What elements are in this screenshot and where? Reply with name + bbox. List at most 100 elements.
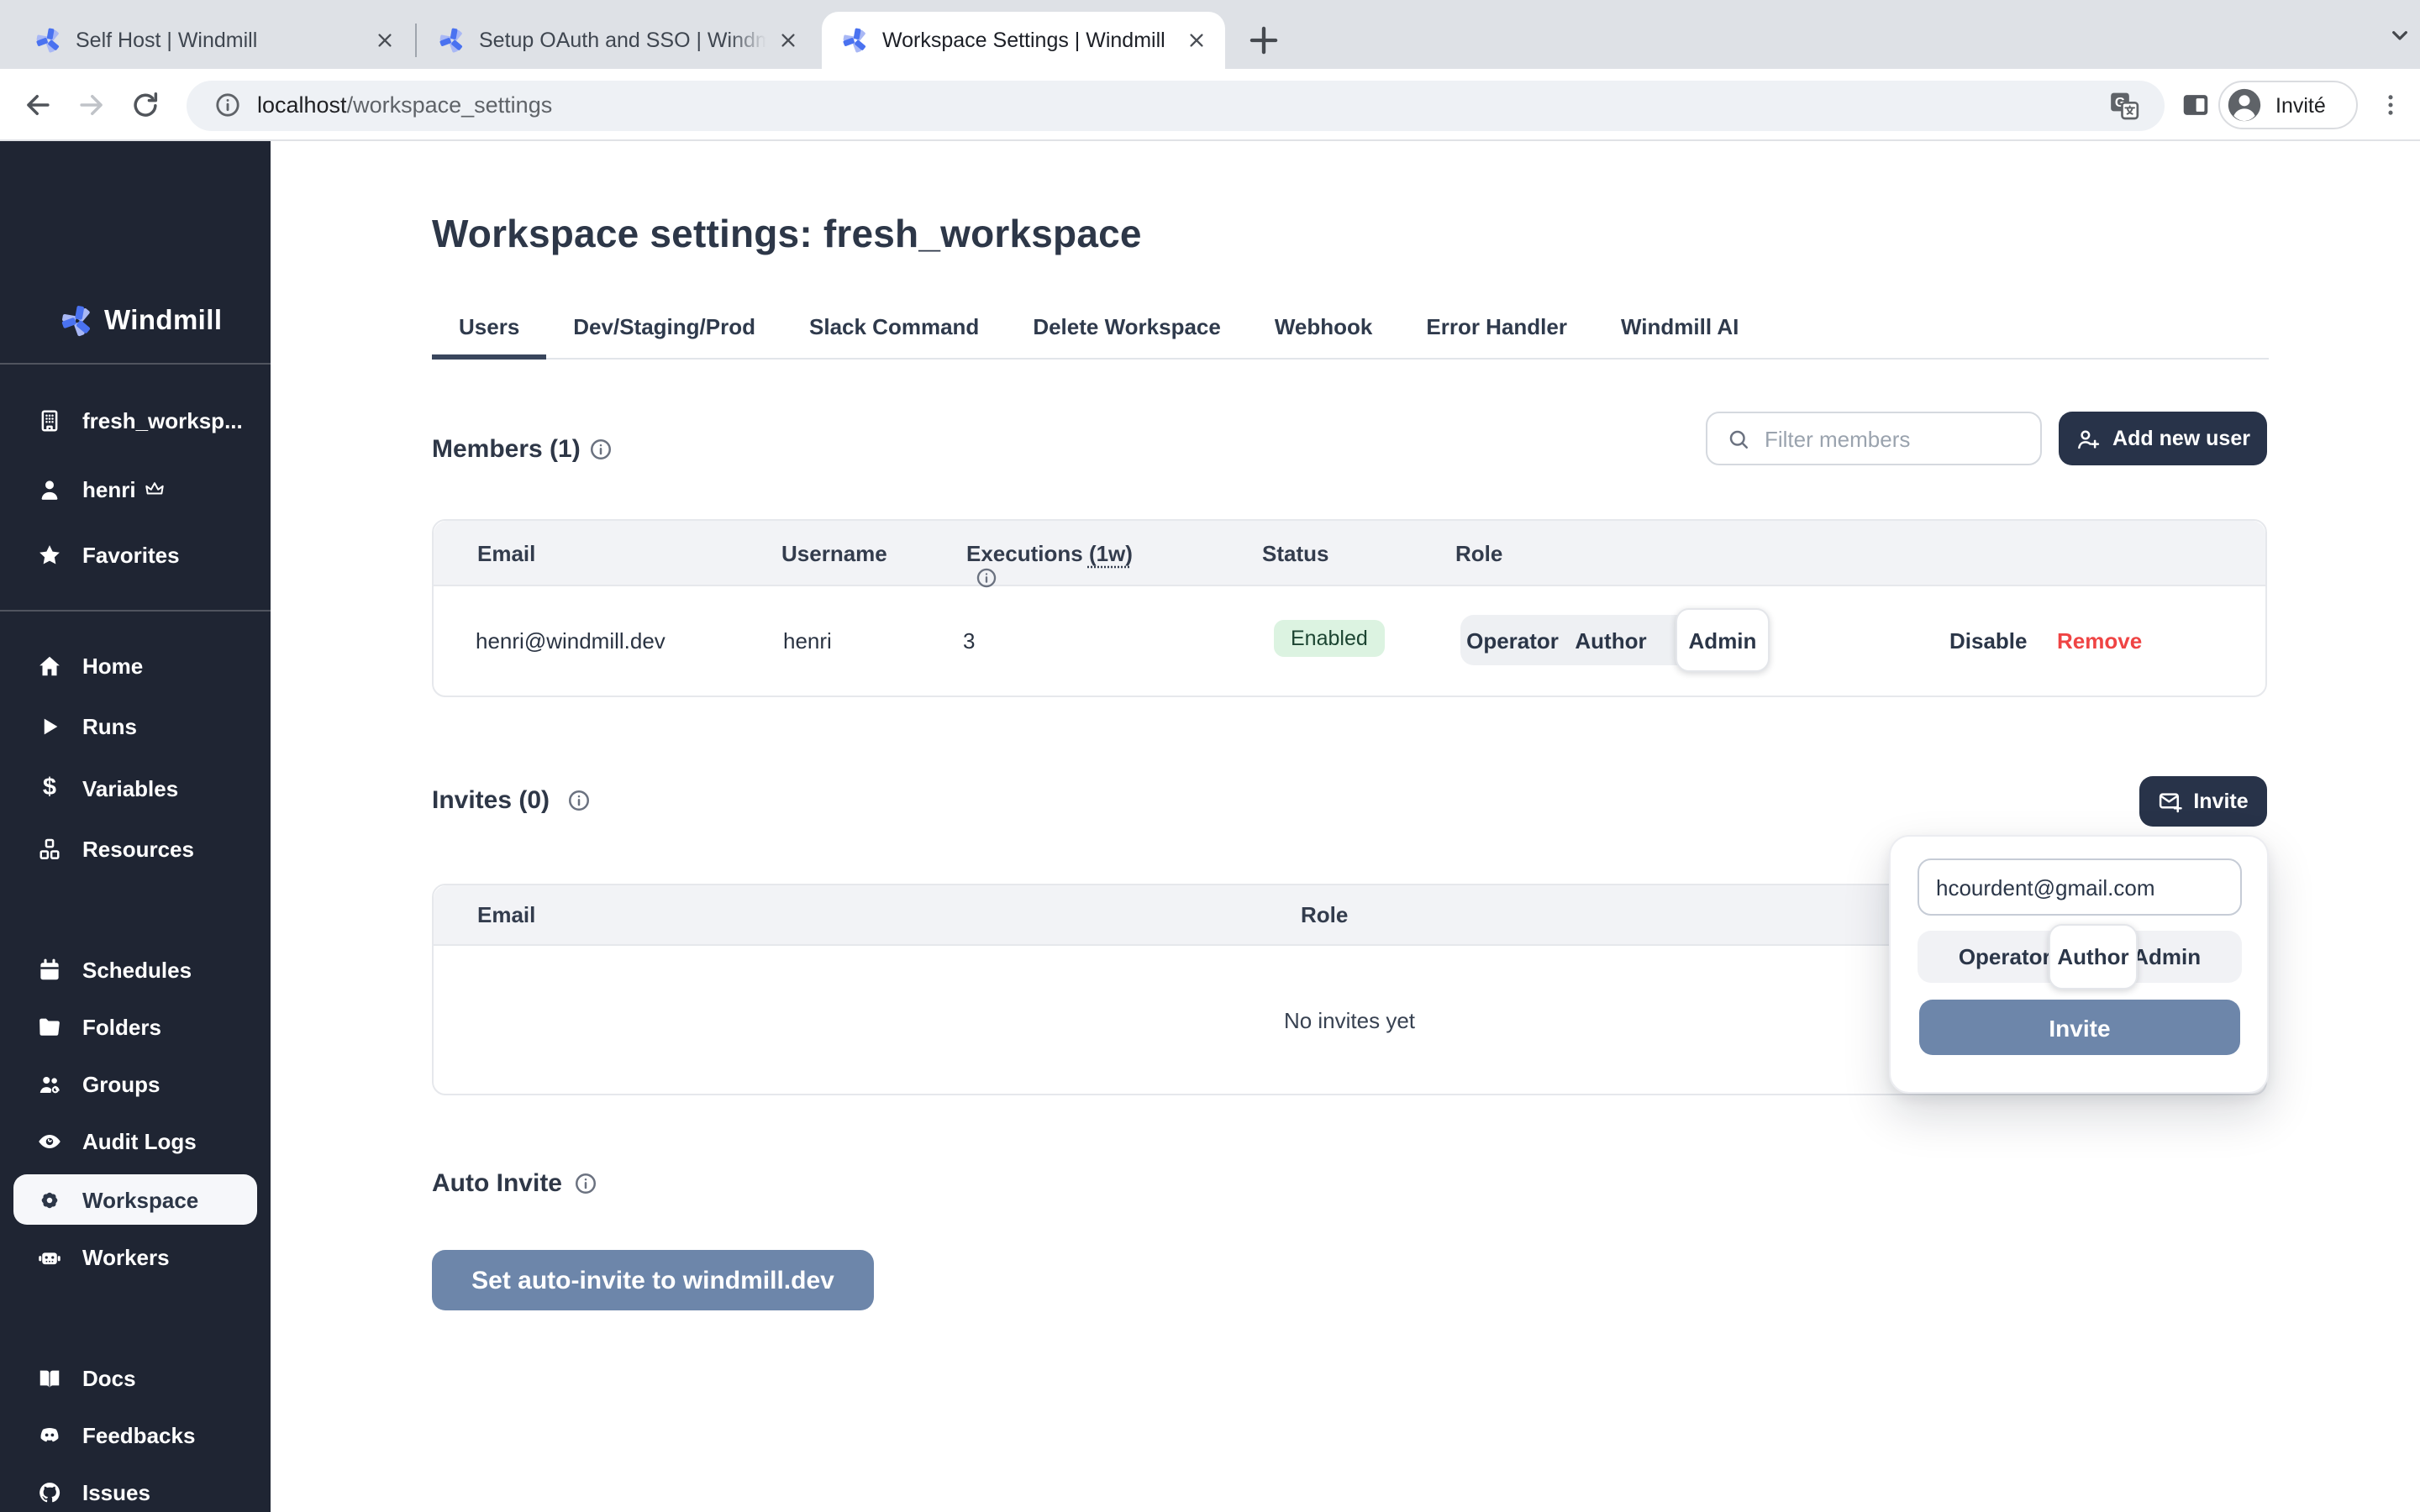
browser-menu-icon[interactable] <box>2376 91 2405 119</box>
remove-button[interactable]: Remove <box>2057 628 2142 654</box>
invite-popup: Operator Admin Author Invite <box>1889 835 2269 1094</box>
tab-error-handler[interactable]: Error Handler <box>1399 314 1594 358</box>
browser-tab-1[interactable]: Self Host | Windmill <box>15 12 413 69</box>
settings-tabs: Users Dev/Staging/Prod Slack Command Del… <box>432 314 2269 360</box>
info-icon[interactable] <box>588 437 613 462</box>
tab-delete-workspace[interactable]: Delete Workspace <box>1006 314 1248 358</box>
profile-chip[interactable]: Invité <box>2218 81 2358 129</box>
sidebar-item-user-menu[interactable]: henri <box>0 467 271 511</box>
nav-label: Feedbacks <box>82 1422 195 1447</box>
sidebar-divider <box>0 363 271 365</box>
filter-members-input[interactable] <box>1765 413 2033 464</box>
members-table-header: Email Username Executions (1w) Status Ro… <box>434 521 2265 586</box>
nav-label: Docs <box>82 1365 136 1390</box>
close-icon[interactable] <box>776 29 800 52</box>
sidebar-item-audit-logs[interactable]: Audit Logs <box>0 1119 271 1163</box>
cubes-icon <box>37 836 62 861</box>
discord-icon <box>37 1422 62 1447</box>
role-author-selected[interactable]: Author <box>2049 924 2138 990</box>
search-icon <box>1726 427 1751 452</box>
translate-icon[interactable] <box>2107 89 2141 123</box>
nav-label: Groups <box>82 1071 160 1096</box>
home-icon <box>37 653 62 678</box>
nav-label: Workspace <box>82 1187 198 1212</box>
tab-users[interactable]: Users <box>432 314 546 360</box>
invite-submit-button[interactable]: Invite <box>1919 1000 2240 1055</box>
close-icon[interactable] <box>1185 29 1208 52</box>
tab-windmill-ai[interactable]: Windmill AI <box>1594 314 1765 358</box>
tab-search-chevron-icon[interactable] <box>2386 22 2413 49</box>
windmill-brand[interactable]: Windmill <box>60 304 222 338</box>
nav-label: Runs <box>82 713 137 738</box>
col-role: Role <box>1301 902 1348 927</box>
info-icon[interactable] <box>573 1171 598 1196</box>
role-operator[interactable]: Operator <box>1460 627 1565 653</box>
sidebar-item-folders[interactable]: Folders <box>0 1005 271 1048</box>
tab-slack-command[interactable]: Slack Command <box>782 314 1006 358</box>
nav-label: Workers <box>82 1244 170 1269</box>
side-panel-icon[interactable] <box>2180 89 2212 121</box>
auto-invite-button[interactable]: Set auto-invite to windmill.dev <box>432 1250 874 1310</box>
sidebar-item-favorites[interactable]: Favorites <box>0 533 271 576</box>
browser-toolbar: localhost/workspace_settings Invité <box>0 69 2420 141</box>
nav-label: Folders <box>82 1014 161 1039</box>
sidebar-item-workspace-switcher[interactable]: fresh_worksp... <box>0 398 271 442</box>
windmill-favicon <box>842 27 869 54</box>
sidebar-item-resources[interactable]: Resources <box>0 827 271 870</box>
group-icon <box>37 1071 62 1096</box>
invite-email-input[interactable] <box>1918 858 2242 916</box>
sidebar-item-home[interactable]: Home <box>0 643 271 687</box>
brand-wordmark: Windmill <box>104 305 222 337</box>
page-title: Workspace settings: fresh_workspace <box>432 212 1142 257</box>
gear-icon <box>37 1187 62 1212</box>
role-author[interactable]: Author <box>1565 627 1657 653</box>
add-new-user-button[interactable]: Add new user <box>2059 412 2267 465</box>
eye-icon <box>37 1128 62 1153</box>
nav-label: Issues <box>82 1479 150 1504</box>
url-path: /workspace_settings <box>347 92 553 118</box>
user-icon <box>37 476 62 501</box>
browser-tab-3-active[interactable]: Workspace Settings | Windmill <box>822 12 1225 69</box>
windmill-favicon <box>35 27 62 54</box>
url-host: localhost <box>257 92 347 118</box>
address-bar[interactable]: localhost/workspace_settings <box>187 81 2165 131</box>
role-operator[interactable]: Operator <box>1959 944 2051 969</box>
sidebar-item-workers[interactable]: Workers <box>0 1235 271 1278</box>
role-admin-selected[interactable]: Admin <box>1676 608 1770 672</box>
close-icon[interactable] <box>373 29 397 52</box>
role-admin[interactable]: Admin <box>2133 944 2201 969</box>
mail-plus-icon <box>2158 789 2183 814</box>
forward-icon[interactable] <box>76 89 108 121</box>
tab-webhook[interactable]: Webhook <box>1248 314 1400 358</box>
info-icon[interactable] <box>566 788 592 813</box>
favorites-label: Favorites <box>82 542 180 567</box>
invite-button[interactable]: Invite <box>2139 776 2267 827</box>
nav-label: Schedules <box>82 957 192 982</box>
back-icon[interactable] <box>22 89 54 121</box>
sidebar-item-schedules[interactable]: Schedules <box>0 948 271 991</box>
member-email: henri@windmill.dev <box>476 628 666 654</box>
sidebar-item-variables[interactable]: $ Variables <box>0 766 271 810</box>
add-new-user-label: Add new user <box>2112 427 2250 450</box>
new-tab-icon[interactable] <box>1242 18 1286 62</box>
disable-button[interactable]: Disable <box>1949 628 2028 654</box>
sidebar-item-groups[interactable]: Groups <box>0 1062 271 1105</box>
sidebar-item-runs[interactable]: Runs <box>0 704 271 748</box>
col-email: Email <box>477 902 535 927</box>
sidebar-item-issues[interactable]: Issues <box>0 1470 271 1512</box>
tab-title: Setup OAuth and SSO | Windm <box>479 29 766 52</box>
user-plus-icon <box>2075 426 2101 451</box>
role-toggle-group: Operator Author Admin <box>1460 615 1770 665</box>
browser-tab-2[interactable]: Setup OAuth and SSO | Windm <box>418 12 817 69</box>
sidebar-item-workspace-active[interactable]: Workspace <box>13 1174 257 1225</box>
sidebar-item-docs[interactable]: Docs <box>0 1356 271 1399</box>
profile-name: Invité <box>2275 93 2326 117</box>
tab-title: Self Host | Windmill <box>76 29 363 52</box>
member-username: henri <box>783 628 832 654</box>
sidebar-item-feedbacks[interactable]: Feedbacks <box>0 1413 271 1457</box>
site-info-icon[interactable] <box>213 91 242 119</box>
filter-members-box <box>1706 412 2042 465</box>
url-text: localhost/workspace_settings <box>257 92 552 118</box>
reload-icon[interactable] <box>129 89 161 121</box>
tab-dev-staging-prod[interactable]: Dev/Staging/Prod <box>546 314 782 358</box>
